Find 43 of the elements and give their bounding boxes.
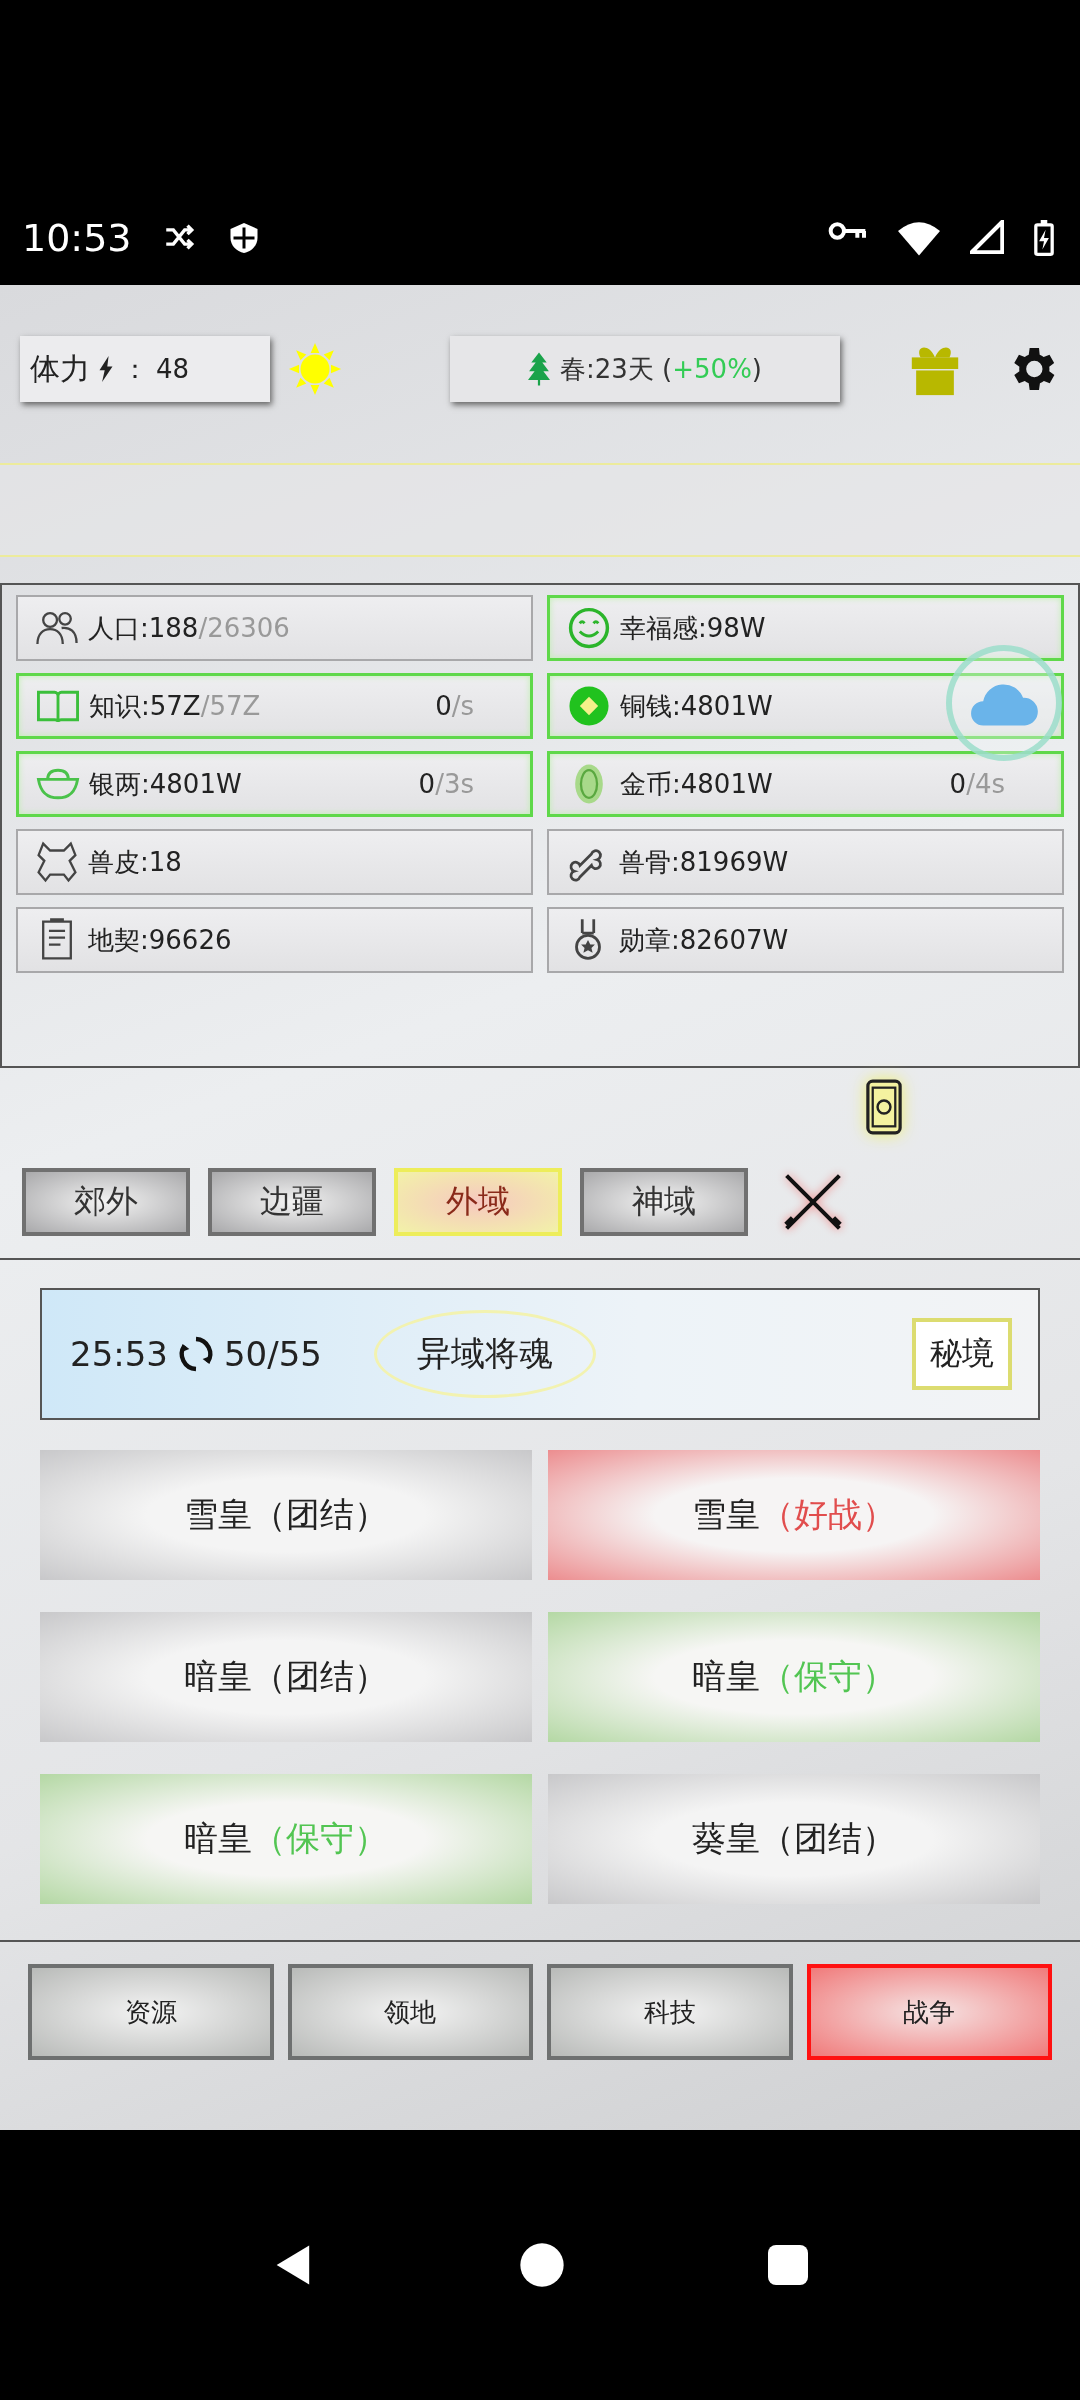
general-button[interactable]: 暗皇（团结） [40,1612,532,1742]
signal-icon [970,220,1004,254]
nav-button[interactable]: 科技 [547,1964,793,2060]
nav-button[interactable]: 战争 [806,1964,1052,2060]
resource-label: 地契:96626 [88,923,232,957]
resource-label: 兽皮:18 [88,845,182,879]
tree-icon [528,352,550,386]
stamina-separator: ： [122,352,148,386]
resource-rate: 0/s [435,691,474,721]
attempts-count: 50/55 [224,1334,322,1374]
card-icon[interactable] [864,1078,904,1136]
secret-realm-button[interactable]: 秘境 [912,1318,1012,1390]
season-text: 春:23天 (+50%) [560,352,762,386]
resource-label: 铜钱:4801W [620,689,773,723]
resource-label: 幸福感:98W [620,611,766,645]
region-tab[interactable]: 神域 [580,1168,748,1236]
general-button[interactable]: 雪皇（好战） [548,1450,1040,1580]
region-tab[interactable]: 边疆 [208,1168,376,1236]
resource-rate: 0/3s [418,769,474,799]
region-tab[interactable]: 郊外 [22,1168,190,1236]
general-button[interactable]: 葵皇（团结） [548,1774,1040,1904]
resource-label: 银两:4801W [89,767,242,801]
resource-label: 人口:188/26306 [88,611,290,645]
general-button[interactable]: 暗皇（保守） [40,1774,532,1904]
resource-rate: 0/4s [949,769,1005,799]
resource-label: 勋章:82607W [619,923,789,957]
stamina-label: 体力 [30,349,90,388]
general-button[interactable]: 雪皇（团结） [40,1450,532,1580]
stamina-value: 48 [156,354,190,384]
lightning-icon [98,356,114,382]
battery-icon [1034,220,1054,256]
event-title: 异域将魂 [373,1310,596,1398]
status-time: 10:53 [22,215,132,262]
resource-label: 金币:4801W [620,767,773,801]
key-icon [828,220,868,242]
general-button[interactable]: 暗皇（保守） [548,1612,1040,1742]
nav-button[interactable]: 领地 [287,1964,533,2060]
resource-label: 知识:57Z/57Z [89,689,261,723]
countdown-timer: 25:53 [70,1334,168,1374]
wifi-icon [898,220,940,256]
nav-button[interactable]: 资源 [28,1964,274,2060]
resource-label: 兽骨:81969W [619,845,789,879]
region-tab[interactable]: 外域 [394,1168,562,1236]
